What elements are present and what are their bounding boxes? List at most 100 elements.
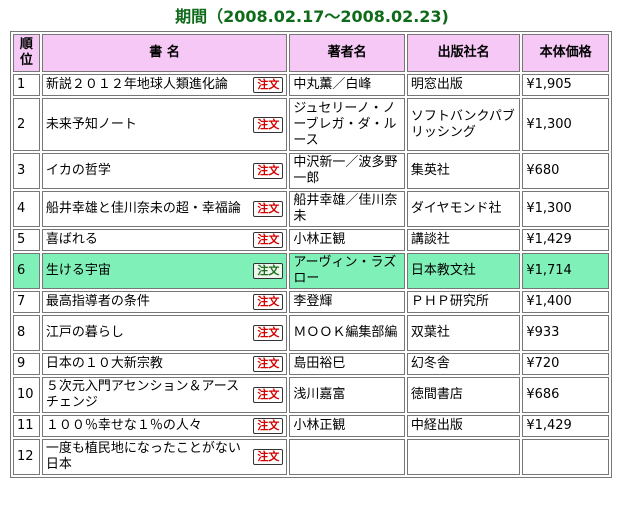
book-title: ５次元入門アセンション＆アースチェンジ (45, 379, 240, 410)
price-cell: ¥1,429 (522, 229, 609, 251)
price-cell (522, 439, 609, 475)
publisher-cell: 徳間書店 (406, 377, 521, 413)
publisher-cell: 集英社 (406, 153, 521, 189)
author-cell: 島田裕巳 (289, 353, 405, 375)
author-cell: 中沢新一／波多野一郎 (289, 153, 405, 189)
price-cell: ¥1,714 (522, 253, 609, 289)
order-button[interactable]: 注文 (253, 294, 284, 310)
book-title: 江戸の暮らし (45, 325, 124, 340)
title-cell: 未来予知ノート 注文 (41, 98, 288, 151)
title-cell: 最高指導者の条件 注文 (41, 291, 288, 313)
rank-cell: 8 (13, 315, 40, 351)
rank-cell: 11 (13, 415, 40, 437)
book-title: １００％幸せな１％の人々 (45, 418, 202, 433)
period-title: 期間（2008.02.17〜2008.02.23) (175, 7, 449, 26)
order-button[interactable]: 注文 (253, 77, 284, 93)
author-cell: ＭＯＯＫ編集部編 (289, 315, 405, 351)
order-button[interactable]: 注文 (253, 201, 284, 217)
rank-cell: 7 (13, 291, 40, 313)
header-row: 順位 書 名 著者名 出版社名 本体価格 (13, 34, 609, 72)
author-cell: 小林正観 (289, 415, 405, 437)
title-cell: １００％幸せな１％の人々 注文 (41, 415, 288, 437)
rank-cell: 5 (13, 229, 40, 251)
book-title: 一度も植民地になったことがない日本 (45, 441, 241, 472)
book-title: 新説２０１２年地球人類進化論 (45, 77, 228, 92)
col-publisher-header: 出版社名 (406, 34, 521, 72)
rank-cell: 1 (13, 74, 40, 96)
price-cell: ¥720 (522, 353, 609, 375)
author-cell: アーヴィン・ラズロー (289, 253, 405, 289)
price-cell: ¥1,429 (522, 415, 609, 437)
price-cell: ¥680 (522, 153, 609, 189)
order-button[interactable]: 注文 (253, 325, 284, 341)
publisher-cell: 中経出版 (406, 415, 521, 437)
price-cell: ¥1,300 (522, 191, 609, 227)
title-cell: 生ける宇宙 注文 (41, 253, 288, 289)
price-cell: ¥933 (522, 315, 609, 351)
publisher-cell: 日本教文社 (406, 253, 521, 289)
order-button[interactable]: 注文 (253, 356, 284, 372)
book-title: イカの哲学 (45, 163, 111, 178)
rank-cell: 2 (13, 98, 40, 151)
rank-cell: 4 (13, 191, 40, 227)
table-row: 7 最高指導者の条件 注文 李登輝 ＰＨＰ研究所 ¥1,400 (13, 291, 609, 313)
publisher-cell: 幻冬舎 (406, 353, 521, 375)
author-cell: 李登輝 (289, 291, 405, 313)
table-row-partial: 12 一度も植民地になったことがない日本 注文 (13, 439, 609, 475)
order-button[interactable]: 注文 (253, 116, 284, 133)
author-cell: 船井幸雄／佳川奈未 (289, 191, 405, 227)
book-title: 日本の１０大新宗教 (45, 356, 163, 371)
book-title: 生ける宇宙 (45, 263, 111, 278)
price-cell: ¥686 (522, 377, 609, 413)
table-row: 8 江戸の暮らし 注文 ＭＯＯＫ編集部編 双葉社 ¥933 (13, 315, 609, 351)
author-cell: 小林正観 (289, 229, 405, 251)
table-row: 5 喜ばれる 注文 小林正観 講談社 ¥1,429 (13, 229, 609, 251)
order-button[interactable]: 注文 (253, 387, 284, 403)
title-cell: 新説２０１２年地球人類進化論 注文 (41, 74, 288, 96)
title-cell: 日本の１０大新宗教 注文 (41, 353, 288, 375)
title-cell: 喜ばれる 注文 (41, 229, 288, 251)
table-row: 9 日本の１０大新宗教 注文 島田裕巳 幻冬舎 ¥720 (13, 353, 609, 375)
publisher-cell: 双葉社 (406, 315, 521, 351)
title-cell: 船井幸雄と佳川奈未の超・幸福論 注文 (41, 191, 288, 227)
rank-cell: 10 (13, 377, 40, 413)
order-button[interactable]: 注文 (253, 418, 284, 434)
publisher-cell: ダイヤモンド社 (406, 191, 521, 227)
author-cell: ジュセリーノ・ノーブレガ・ダ・ルース (289, 98, 405, 151)
book-title: 最高指導者の条件 (45, 294, 150, 309)
title-cell: 一度も植民地になったことがない日本 注文 (41, 439, 288, 475)
book-title: 未来予知ノート (45, 116, 137, 132)
publisher-cell: 明窓出版 (406, 74, 521, 96)
rank-cell: 12 (13, 439, 40, 475)
author-cell (289, 439, 405, 475)
book-title: 船井幸雄と佳川奈未の超・幸福論 (45, 201, 241, 216)
col-price-header: 本体価格 (522, 34, 609, 72)
table-row: 4 船井幸雄と佳川奈未の超・幸福論 注文 船井幸雄／佳川奈未 ダイヤモンド社 ¥1… (13, 191, 609, 227)
col-author-header: 著者名 (289, 34, 405, 72)
title-cell: ５次元入門アセンション＆アースチェンジ 注文 (41, 377, 288, 413)
col-rank-header: 順位 (13, 34, 40, 72)
rank-cell: 9 (13, 353, 40, 375)
price-cell: ¥1,400 (522, 291, 609, 313)
publisher-cell (406, 439, 521, 475)
rank-cell: 6 (13, 253, 40, 289)
table-row: 2 未来予知ノート 注文 ジュセリーノ・ノーブレガ・ダ・ルース ソフトバンクパブリ… (13, 98, 609, 151)
ranking-table: 順位 書 名 著者名 出版社名 本体価格 1 新説２０１２年地球人類進化論 注文 … (10, 31, 612, 478)
col-title-header: 書 名 (41, 34, 288, 72)
rank-cell: 3 (13, 153, 40, 189)
table-row: 1 新説２０１２年地球人類進化論 注文 中丸薫／白峰 明窓出版 ¥1,905 (13, 74, 609, 96)
book-title: 喜ばれる (45, 232, 98, 247)
table-row: 10 ５次元入門アセンション＆アースチェンジ 注文 浅川嘉富 徳間書店 ¥686 (13, 377, 609, 413)
table-row: 11 １００％幸せな１％の人々 注文 小林正観 中経出版 ¥1,429 (13, 415, 609, 437)
publisher-cell: ＰＨＰ研究所 (406, 291, 521, 313)
order-button[interactable]: 注文 (253, 449, 284, 465)
order-button[interactable]: 注文 (253, 263, 284, 279)
author-cell: 中丸薫／白峰 (289, 74, 405, 96)
author-cell: 浅川嘉富 (289, 377, 405, 413)
price-cell: ¥1,905 (522, 74, 609, 96)
publisher-cell: ソフトバンクパブリッシング (406, 98, 521, 151)
order-button[interactable]: 注文 (253, 163, 284, 179)
table-row: 3 イカの哲学 注文 中沢新一／波多野一郎 集英社 ¥680 (13, 153, 609, 189)
order-button[interactable]: 注文 (253, 232, 284, 248)
publisher-cell: 講談社 (406, 229, 521, 251)
